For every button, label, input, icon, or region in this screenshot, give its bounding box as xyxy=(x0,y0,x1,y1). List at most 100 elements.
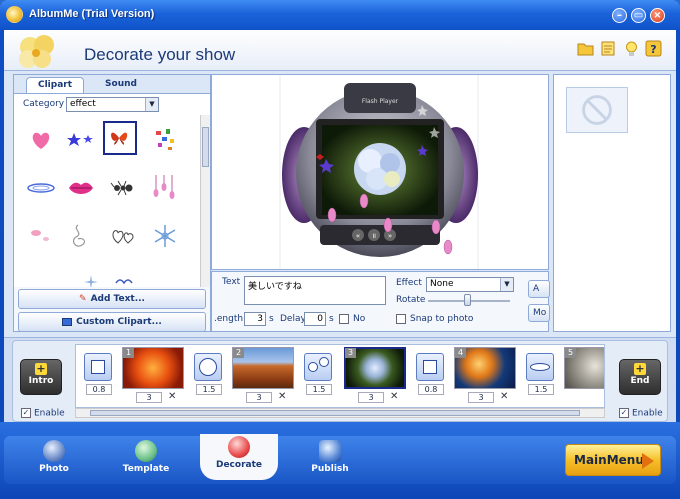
swirl-clip-icon[interactable] xyxy=(24,171,58,205)
folder-icon[interactable] xyxy=(577,40,594,57)
intro-enable[interactable]: ✓ Enable xyxy=(21,408,65,419)
end-button[interactable]: + End xyxy=(619,359,661,395)
nav-publish[interactable]: Publish xyxy=(294,438,366,482)
flash-player-preview[interactable]: Flash Player « ॥ » xyxy=(212,75,548,269)
scroll-thumb[interactable] xyxy=(202,127,209,167)
butterfly-clip-icon[interactable] xyxy=(103,121,137,155)
transition-duration[interactable]: 1.5 xyxy=(528,384,554,395)
transition-icon[interactable] xyxy=(194,353,222,381)
lips-clip-icon[interactable] xyxy=(64,171,98,205)
camera-icon xyxy=(43,440,65,462)
heart-icon xyxy=(228,436,250,458)
slide-duration[interactable]: 3 xyxy=(246,392,272,403)
side-button-1[interactable]: A xyxy=(528,280,550,298)
page-header: Decorate your show ? xyxy=(4,30,676,71)
rotate-slider-handle[interactable] xyxy=(464,294,471,306)
delete-icon[interactable]: ✕ xyxy=(500,391,508,402)
petals-clip-icon[interactable] xyxy=(24,219,58,253)
birds-clip-icon[interactable] xyxy=(110,263,144,287)
slide-number: 4 xyxy=(455,348,466,358)
snowflake-clip-icon[interactable] xyxy=(148,219,182,253)
outline-hearts-clip-icon[interactable] xyxy=(106,219,140,253)
effect-label: Effect xyxy=(396,278,422,288)
category-row: Category effect ▼ xyxy=(14,93,210,115)
svg-text:॥: ॥ xyxy=(372,232,376,240)
maximize-button[interactable]: ▭ xyxy=(631,8,646,23)
snap-checkbox[interactable] xyxy=(396,314,406,324)
stars-clip-icon[interactable] xyxy=(64,123,98,157)
add-text-button[interactable]: ✎ Add Text... xyxy=(18,289,206,309)
intro-button[interactable]: + Intro xyxy=(20,359,62,395)
slide-strip: 0.8 1 3 ✕ 1.5 2 3 ✕ 1.5 3 3 ✕ 0.8 4 3 ✕ … xyxy=(75,344,605,408)
category-select[interactable]: effect ▼ xyxy=(66,97,159,112)
slide-item[interactable]: 4 3 ✕ xyxy=(454,347,518,405)
side-button-2[interactable]: Mo xyxy=(528,304,550,322)
nav-photo[interactable]: Photo xyxy=(18,438,90,482)
page-title: Decorate your show xyxy=(84,45,236,64)
transition-duration[interactable]: 1.5 xyxy=(196,384,222,395)
slide-item-selected[interactable]: 3 3 ✕ xyxy=(344,347,408,405)
svg-text:?: ? xyxy=(650,43,656,56)
storyboard-scrollbar[interactable] xyxy=(75,408,605,418)
delete-icon[interactable]: ✕ xyxy=(390,391,398,402)
delete-icon[interactable]: ✕ xyxy=(168,391,176,402)
chevron-down-icon[interactable]: ▼ xyxy=(500,278,513,291)
no-checkbox[interactable] xyxy=(339,314,349,324)
tab-sound[interactable]: Sound xyxy=(92,77,150,93)
heart-clip-icon[interactable] xyxy=(24,123,58,157)
tab-clipart[interactable]: Clipart xyxy=(26,77,84,93)
doodle-clip-icon[interactable] xyxy=(64,219,98,253)
transition-duration[interactable]: 1.5 xyxy=(306,384,332,395)
help-icon[interactable]: ? xyxy=(645,40,662,57)
transition-duration[interactable]: 0.8 xyxy=(418,384,444,395)
transition-icon[interactable] xyxy=(304,353,332,381)
clipart-panel: Clipart Sound Category effect ▼ ✎ Add Te… xyxy=(13,74,211,332)
effect-select[interactable]: None ▼ xyxy=(426,277,514,292)
transition-duration[interactable]: 0.8 xyxy=(86,384,112,395)
nav-photo-label: Photo xyxy=(39,464,69,474)
end-enable-checkbox[interactable]: ✓ xyxy=(619,408,629,418)
text-input[interactable]: 美しいですね xyxy=(244,276,386,305)
nav-publish-label: Publish xyxy=(311,464,349,474)
end-enable-label: Enable xyxy=(632,408,663,419)
clipart-grid xyxy=(14,115,200,287)
transition-icon[interactable] xyxy=(526,353,554,381)
main-area: Clipart Sound Category effect ▼ ✎ Add Te… xyxy=(4,71,676,337)
intro-enable-checkbox[interactable]: ✓ xyxy=(21,408,31,418)
notes-icon[interactable] xyxy=(600,40,617,57)
scroll-thumb[interactable] xyxy=(90,410,580,416)
end-enable[interactable]: ✓ Enable xyxy=(619,408,663,419)
slide-duration[interactable]: 3 xyxy=(358,392,384,403)
main-menu-button[interactable]: MainMenu xyxy=(565,444,661,476)
lightbulb-icon[interactable] xyxy=(623,40,640,57)
length-input[interactable]: 3 xyxy=(244,312,266,326)
nav-template[interactable]: Template xyxy=(110,438,182,482)
slide-item[interactable]: 1 3 ✕ xyxy=(122,347,186,405)
transition-icon[interactable] xyxy=(416,353,444,381)
transition-item[interactable]: 1.5 xyxy=(194,353,224,397)
publish-icon xyxy=(319,440,341,462)
delay-input[interactable]: 0 xyxy=(304,312,326,326)
slide-duration[interactable]: 3 xyxy=(136,392,162,403)
ant-clip-icon[interactable] xyxy=(106,171,140,205)
hanging-flowers-clip-icon[interactable] xyxy=(148,171,182,205)
minimize-button[interactable]: – xyxy=(612,8,627,23)
custom-clipart-button[interactable]: Custom Clipart... xyxy=(18,312,206,332)
category-label: Category xyxy=(23,99,65,109)
confetti-clip-icon[interactable] xyxy=(148,123,182,157)
transition-item[interactable]: 0.8 xyxy=(84,353,114,397)
transition-item[interactable]: 1.5 xyxy=(526,353,556,397)
nav-decorate[interactable]: Decorate xyxy=(200,434,278,480)
close-button[interactable]: × xyxy=(650,8,665,23)
sparkle-clip-icon[interactable] xyxy=(74,265,108,287)
transition-item[interactable]: 1.5 xyxy=(304,353,334,397)
slide-duration[interactable]: 3 xyxy=(468,392,494,403)
length-label: .ength xyxy=(214,314,244,324)
slide-item[interactable]: 2 3 ✕ xyxy=(232,347,296,405)
clipart-scrollbar[interactable] xyxy=(200,115,210,287)
chevron-down-icon[interactable]: ▼ xyxy=(145,98,158,111)
delete-icon[interactable]: ✕ xyxy=(278,391,286,402)
slide-item[interactable]: 5 xyxy=(564,347,604,405)
transition-icon[interactable] xyxy=(84,353,112,381)
transition-item[interactable]: 0.8 xyxy=(416,353,446,397)
